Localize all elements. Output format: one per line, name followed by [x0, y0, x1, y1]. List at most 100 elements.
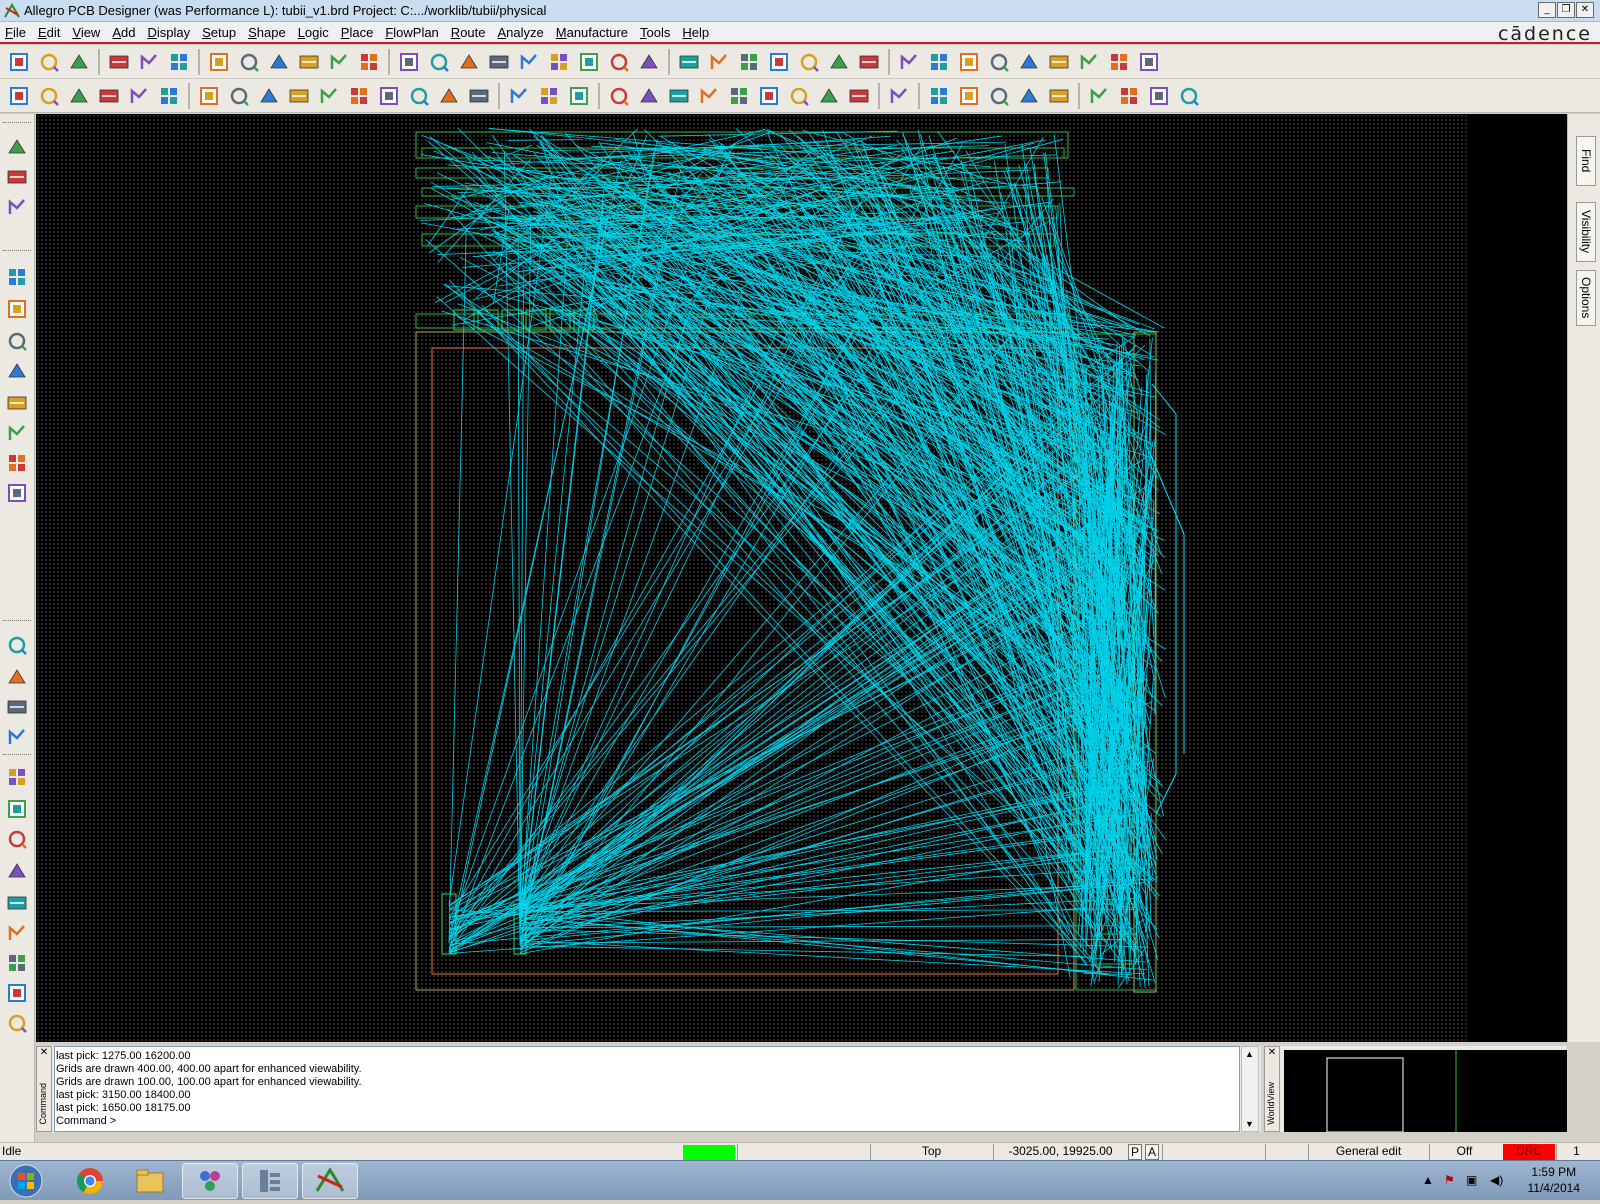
report-icon[interactable] — [926, 49, 952, 75]
menu-view[interactable]: View — [67, 25, 107, 40]
array-icon[interactable] — [846, 83, 872, 109]
tab-find[interactable]: Find — [1576, 136, 1596, 186]
place-symbol-icon[interactable] — [4, 194, 30, 220]
phase-tune-icon[interactable] — [4, 480, 30, 506]
rotate-icon[interactable] — [126, 83, 152, 109]
swap-icon[interactable] — [66, 83, 92, 109]
route-slide-icon[interactable] — [4, 796, 30, 822]
menu-manufacture[interactable]: Manufacture — [551, 25, 635, 40]
push-pin-icon[interactable] — [356, 49, 382, 75]
group-route-icon[interactable] — [4, 920, 30, 946]
3d-view-icon[interactable] — [606, 49, 632, 75]
system-clock[interactable]: 1:59 PM 11/4/2014 — [1528, 1164, 1581, 1196]
application-mode[interactable]: General edit — [1308, 1144, 1428, 1160]
camera-icon[interactable] — [696, 83, 722, 109]
etch-icon[interactable] — [666, 83, 692, 109]
bus-route-icon[interactable] — [4, 420, 30, 446]
grid-toggle-icon[interactable] — [676, 49, 702, 75]
menu-tools[interactable]: Tools — [635, 25, 677, 40]
minimize-button[interactable]: _ — [1538, 2, 1556, 18]
taskbar-explorer[interactable] — [122, 1163, 178, 1199]
round-icon[interactable] — [406, 83, 432, 109]
show-hidden-icons[interactable]: ▲ — [1422, 1173, 1434, 1187]
pick-coordinates-button[interactable]: P — [1128, 1144, 1142, 1160]
menu-help[interactable]: Help — [677, 25, 716, 40]
hourglass-icon[interactable] — [1106, 49, 1132, 75]
info-icon[interactable] — [896, 49, 922, 75]
flow-icon[interactable] — [726, 83, 752, 109]
ecm-icon[interactable] — [796, 49, 822, 75]
close-icon[interactable]: ✕ — [1265, 1047, 1279, 1058]
menu-file[interactable]: File — [0, 25, 33, 40]
bus-icon[interactable] — [756, 83, 782, 109]
add-line-icon[interactable] — [196, 83, 222, 109]
taskbar-capture[interactable] — [242, 1163, 298, 1199]
fanout-icon[interactable] — [4, 358, 30, 384]
clines-icon[interactable] — [4, 1010, 30, 1036]
command-output[interactable]: last pick: 1275.00 16200.00 Grids are dr… — [54, 1046, 1240, 1132]
place-component-icon[interactable] — [4, 134, 30, 160]
save-icon[interactable] — [66, 49, 92, 75]
dimension-icon[interactable] — [536, 83, 562, 109]
menu-place[interactable]: Place — [336, 25, 381, 40]
menu-analyze[interactable]: Analyze — [493, 25, 551, 40]
volume-icon[interactable]: ◀) — [1490, 1173, 1503, 1187]
scroll-down-icon[interactable]: ▼ — [1245, 1119, 1254, 1129]
action-center-icon[interactable]: ⚑ — [1444, 1173, 1455, 1187]
place-manual-icon[interactable] — [6, 83, 32, 109]
menu-display[interactable]: Display — [142, 25, 197, 40]
slide-icon[interactable] — [4, 296, 30, 322]
zoom-out-icon[interactable] — [516, 49, 542, 75]
sun-bright-icon[interactable] — [1046, 49, 1072, 75]
tab-options[interactable]: Options — [1576, 270, 1596, 326]
command-scrollbar[interactable]: ▲ ▼ — [1241, 1046, 1259, 1132]
distance-icon[interactable] — [566, 83, 592, 109]
copy-icon[interactable] — [136, 49, 162, 75]
menu-route[interactable]: Route — [446, 25, 493, 40]
place-refdes-icon[interactable] — [4, 164, 30, 190]
drc-indicator[interactable]: DRC — [1503, 1144, 1555, 1160]
delay-tune-icon[interactable] — [4, 328, 30, 354]
menu-logic[interactable]: Logic — [293, 25, 336, 40]
graph-icon[interactable] — [886, 83, 912, 109]
layers-icon[interactable] — [766, 49, 792, 75]
spread-icon[interactable] — [636, 83, 662, 109]
shape-fill-icon[interactable] — [436, 83, 462, 109]
check-icon[interactable] — [1016, 83, 1042, 109]
waive-icon[interactable] — [1136, 49, 1162, 75]
taskbar-chrome[interactable] — [62, 1163, 118, 1199]
layers-stack-icon[interactable] — [986, 83, 1012, 109]
matrix-icon[interactable] — [786, 83, 812, 109]
delete-icon[interactable] — [166, 49, 192, 75]
taskbar-allegro[interactable] — [302, 1163, 358, 1199]
spread-route-icon[interactable] — [4, 450, 30, 476]
color-icon[interactable] — [706, 49, 732, 75]
flip-board-icon[interactable] — [636, 49, 662, 75]
rocket-icon[interactable] — [986, 49, 1012, 75]
command-prompt[interactable]: Command > — [56, 1115, 1239, 1128]
circle-icon[interactable] — [256, 83, 282, 109]
start-button[interactable] — [6, 1163, 46, 1199]
restore-button[interactable]: ❐ — [1557, 2, 1575, 18]
zoom-fit-icon[interactable] — [426, 49, 452, 75]
worldview-map[interactable] — [1284, 1050, 1567, 1132]
split-icon[interactable] — [1116, 83, 1142, 109]
auto-route-icon[interactable] — [4, 390, 30, 416]
add-line-icon[interactable] — [4, 632, 30, 658]
via-icon[interactable] — [4, 858, 30, 884]
select-icon[interactable] — [286, 83, 312, 109]
help-icon[interactable] — [1176, 83, 1202, 109]
constraint-icon[interactable] — [506, 83, 532, 109]
add-rect-icon[interactable] — [4, 664, 30, 690]
fanout-box-icon[interactable] — [4, 890, 30, 916]
unrats-icon[interactable] — [156, 83, 182, 109]
pin-icon[interactable] — [326, 49, 352, 75]
arc-icon[interactable] — [346, 83, 372, 109]
online-drc-status[interactable]: Off — [1429, 1144, 1499, 1160]
menu-edit[interactable]: Edit — [33, 25, 67, 40]
menu-shape[interactable]: Shape — [243, 25, 293, 40]
panel-icon[interactable] — [1086, 83, 1112, 109]
add-text-icon[interactable] — [4, 694, 30, 720]
tools-icon[interactable] — [1046, 83, 1072, 109]
tab-visibility[interactable]: Visibility — [1576, 202, 1596, 262]
